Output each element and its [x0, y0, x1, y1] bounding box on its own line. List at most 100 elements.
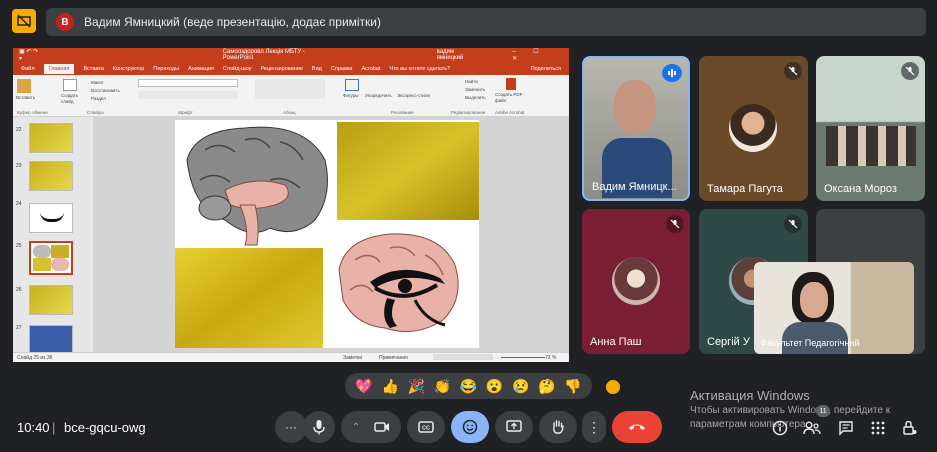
- share-button[interactable]: Поделиться: [531, 66, 561, 72]
- reaction-party[interactable]: 🎉: [408, 378, 425, 395]
- slide-thumbnail[interactable]: [29, 325, 73, 355]
- reaction-thumbs-down[interactable]: 👎: [564, 378, 581, 395]
- reaction-surprised[interactable]: 😮: [486, 378, 503, 395]
- font-format-buttons[interactable]: [138, 91, 238, 99]
- participant-name: Тамара Пагута: [707, 183, 783, 195]
- section-button[interactable]: Раздел: [91, 96, 106, 101]
- participant-tile[interactable]: Оксана Мороз: [816, 56, 925, 201]
- chevron-up-icon[interactable]: ⌃: [352, 422, 360, 433]
- window-controls[interactable]: – ☐ ✕: [512, 48, 569, 62]
- tab-slideshow[interactable]: Слайд-шоу: [223, 66, 252, 72]
- chat-icon: [839, 421, 853, 436]
- reaction-thinking[interactable]: 🤔: [538, 378, 555, 395]
- view-buttons[interactable]: [433, 354, 493, 360]
- leave-call-button[interactable]: [612, 411, 662, 443]
- tab-acrobat[interactable]: Acrobat: [361, 66, 380, 72]
- notes-button[interactable]: Заметки: [343, 355, 362, 361]
- paste-button[interactable]: Вставить: [16, 95, 35, 100]
- ppt-quick-access[interactable]: ▣ ↶ ↷ ▾: [19, 48, 43, 62]
- more-options-button[interactable]: ⋮: [582, 411, 606, 443]
- present-screen-button[interactable]: [495, 411, 533, 443]
- participant-video: [614, 80, 656, 134]
- quick-styles-button[interactable]: Экспресс-стили: [397, 93, 430, 98]
- microphone-icon: [313, 420, 325, 435]
- create-pdf-button[interactable]: Создать PDF-файл: [495, 92, 525, 104]
- group-editing: Редактирование: [451, 110, 486, 115]
- tab-review[interactable]: Рецензирование: [260, 66, 302, 72]
- tab-home[interactable]: Главная: [43, 63, 75, 74]
- ppt-title-bar: ▣ ↶ ↷ ▾ Самооздоровл Лекція МБТУ - Power…: [13, 48, 569, 62]
- participants-button[interactable]: [802, 418, 822, 438]
- shapes-button[interactable]: Фигуры: [343, 93, 359, 98]
- current-slide[interactable]: [175, 120, 479, 348]
- chat-button[interactable]: [836, 418, 856, 438]
- eye-of-horus-brain: [338, 233, 459, 333]
- replace-button[interactable]: Заменить: [465, 87, 485, 92]
- reaction-laugh[interactable]: 😂: [460, 378, 477, 395]
- tab-help[interactable]: Справка: [331, 66, 353, 72]
- ppt-window-title: Самооздоровл Лекція МБТУ - PowerPoint: [222, 49, 305, 61]
- new-slide-icon[interactable]: [63, 79, 77, 91]
- paragraph-buttons[interactable]: [255, 79, 325, 99]
- presenter-banner: В Вадим Ямницкий (веде презентацію, дода…: [46, 8, 926, 36]
- find-button[interactable]: Найти: [465, 79, 478, 84]
- reaction-clap[interactable]: 👏: [434, 378, 451, 395]
- reset-button[interactable]: Восстановить: [91, 88, 120, 93]
- slide-thumbnail-selected[interactable]: [29, 241, 73, 275]
- dots-vertical-icon: ⋮: [587, 419, 601, 435]
- slide-thumbnail[interactable]: [29, 203, 73, 233]
- participant-video: [800, 282, 828, 318]
- tab-view[interactable]: Вид: [312, 66, 322, 72]
- meeting-code: bce-gqcu-owg: [64, 420, 146, 435]
- participant-tile[interactable]: Анна Паш: [582, 209, 690, 354]
- slide-counter: Слайд 25 из 36: [17, 355, 53, 361]
- presenting-icon[interactable]: [12, 9, 36, 33]
- ppt-ribbon: Вставить Создать слайд Макет Восстановит…: [13, 75, 569, 117]
- slide-thumbnail[interactable]: [29, 123, 73, 153]
- participants-count-badge: 11: [816, 405, 830, 417]
- tab-insert[interactable]: Вставка: [83, 66, 103, 72]
- windows-activation-text: параметрам компьютера.: [690, 419, 809, 430]
- raise-hand-button[interactable]: [539, 411, 577, 443]
- emoji-reactions-button[interactable]: [451, 411, 489, 443]
- host-controls-button[interactable]: [900, 418, 920, 438]
- captions-button[interactable]: CC: [407, 411, 445, 443]
- comments-button[interactable]: Примечания: [379, 355, 408, 361]
- camera-button[interactable]: ⌃: [341, 411, 401, 443]
- self-view[interactable]: Факультет Педагогічний: [754, 262, 914, 354]
- svg-text:CC: CC: [422, 426, 430, 432]
- paste-icon[interactable]: [17, 79, 31, 93]
- reaction-sad[interactable]: 😢: [512, 378, 529, 395]
- microphone-button[interactable]: [303, 411, 335, 443]
- arrange-button[interactable]: Упорядочить: [365, 93, 392, 98]
- select-button[interactable]: Выделить: [465, 95, 486, 100]
- zoom-slider[interactable]: [501, 357, 545, 358]
- tell-me-search[interactable]: Что вы хотите сделать?: [389, 66, 450, 72]
- tab-design[interactable]: Конструктор: [113, 66, 144, 72]
- font-name-select[interactable]: [138, 79, 238, 87]
- participant-tile-active[interactable]: Вадим Ямницк...: [582, 56, 690, 201]
- info-icon: [772, 420, 788, 436]
- activities-button[interactable]: [868, 418, 888, 438]
- participant-tile[interactable]: Тамара Пагута: [699, 56, 808, 201]
- layout-button[interactable]: Макет: [91, 80, 104, 85]
- reaction-thumbs-up[interactable]: 👍: [381, 378, 398, 395]
- skin-tone-selector[interactable]: [606, 380, 620, 394]
- reaction-sparkling-heart[interactable]: 💖: [355, 378, 372, 395]
- tab-animation[interactable]: Анимация: [188, 66, 214, 72]
- present-screen-icon: [506, 420, 522, 432]
- camera-icon: [374, 422, 390, 432]
- people-icon: [803, 421, 821, 435]
- participant-video: [826, 126, 916, 166]
- new-slide-button[interactable]: Создать слайд: [61, 93, 83, 105]
- shapes-icon[interactable]: [345, 79, 359, 91]
- slide-thumbnail[interactable]: [29, 161, 73, 191]
- mic-off-icon: [784, 215, 802, 233]
- participant-name: Вадим Ямницк...: [592, 181, 677, 193]
- slide-thumbnail[interactable]: [29, 285, 73, 315]
- participant-name: Оксана Мороз: [824, 183, 897, 195]
- tab-transitions[interactable]: Переходы: [153, 66, 179, 72]
- tab-file[interactable]: Файл: [21, 66, 35, 72]
- meeting-info-button[interactable]: [770, 418, 790, 438]
- pdf-icon[interactable]: [506, 78, 516, 90]
